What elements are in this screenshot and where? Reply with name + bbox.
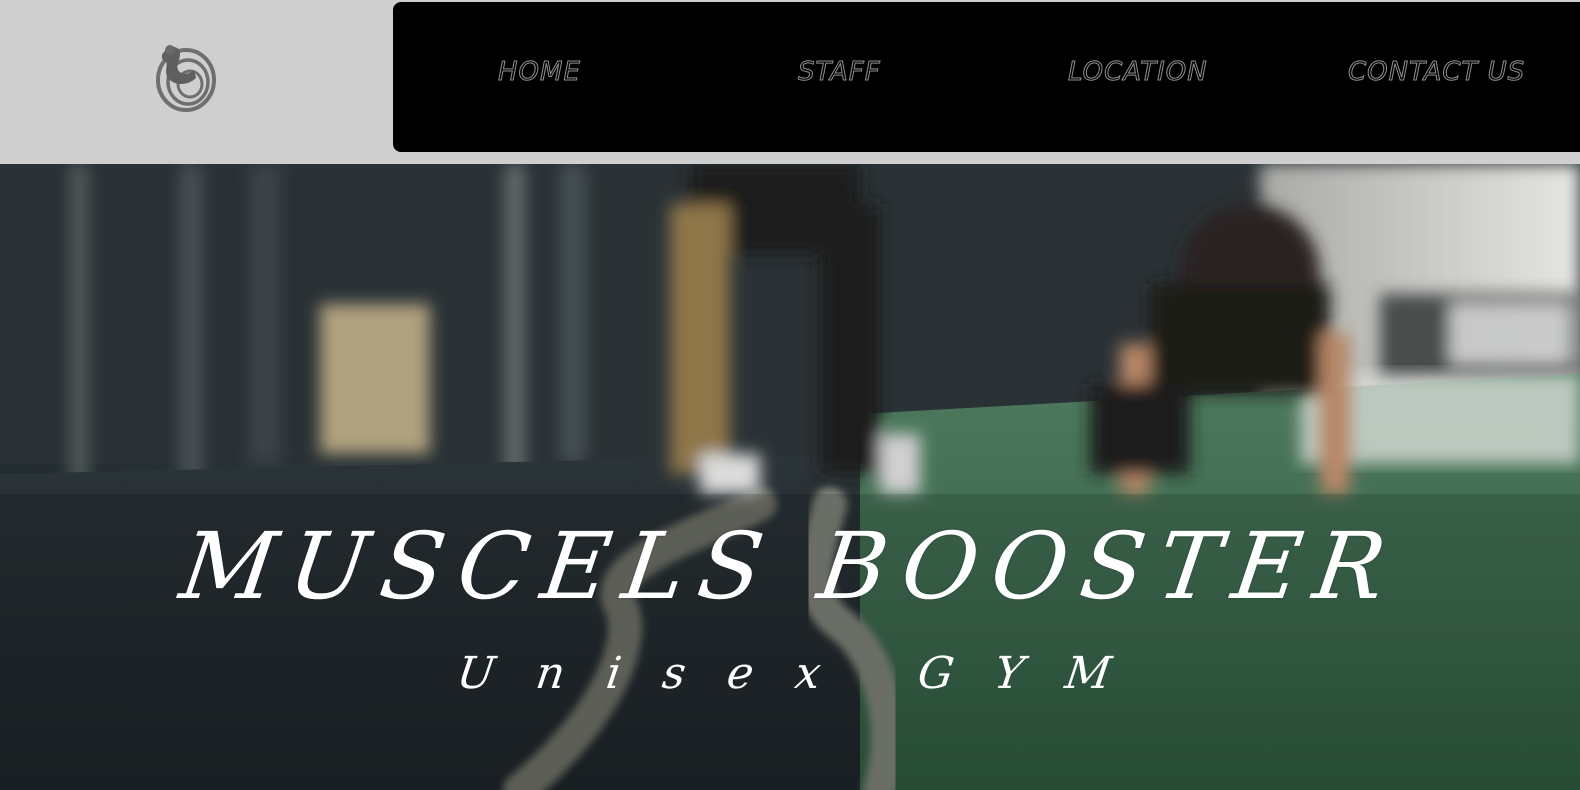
flexing-arm-spiral-icon xyxy=(156,45,216,112)
site-header: HOME STAFF LOCATION CONTACT US xyxy=(0,0,1580,162)
hero-banner: MUSCELS BOOSTER Unisex GYM xyxy=(0,164,1580,790)
nav-link-staff[interactable]: STAFF xyxy=(798,57,881,88)
nav-link-contact-us[interactable]: CONTACT US xyxy=(1347,57,1525,88)
main-nav: HOME STAFF LOCATION CONTACT US xyxy=(393,2,1580,152)
logo-icon[interactable] xyxy=(150,38,218,116)
hero-title: MUSCELS BOOSTER xyxy=(174,513,1406,620)
hero-subtitle: Unisex GYM xyxy=(453,648,1157,699)
page: HOME STAFF LOCATION CONTACT US MUSCELS B… xyxy=(0,0,1580,790)
nav-link-location[interactable]: LOCATION xyxy=(1068,57,1208,88)
nav-link-home[interactable]: HOME xyxy=(498,57,581,88)
